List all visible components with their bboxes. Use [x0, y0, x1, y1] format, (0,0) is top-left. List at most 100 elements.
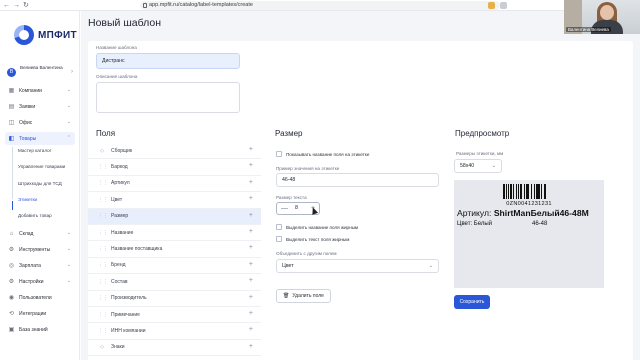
- drag-handle-icon[interactable]: ⋮⋮: [98, 213, 108, 219]
- field-row-composition[interactable]: ⋮⋮ Состав +: [88, 274, 261, 291]
- add-field-icon[interactable]: +: [249, 212, 253, 219]
- add-field-icon[interactable]: +: [249, 326, 253, 333]
- address-bar[interactable]: app.mpfit.ru/catalog/label-templates/cre…: [140, 1, 500, 10]
- drag-handle-icon[interactable]: ⋮⋮: [98, 312, 108, 318]
- sidebar-item-label: База знаний: [19, 326, 48, 333]
- chevron-down-icon: ⌄: [66, 278, 71, 284]
- add-field-icon[interactable]: +: [249, 343, 253, 350]
- example-value-label: Пример значения на этикетке: [276, 166, 340, 171]
- minus-icon[interactable]: —: [281, 203, 288, 214]
- drag-handle-icon[interactable]: ⋮⋮: [98, 246, 108, 252]
- chevron-down-icon: ⌄: [66, 262, 71, 268]
- field-row-signs[interactable]: ◇ Знаки +: [88, 340, 261, 357]
- chevron-down-icon: ⌄: [66, 119, 71, 125]
- sidebar-subitem-tsd-barcodes[interactable]: Штрихкоды для ТСД: [18, 181, 62, 187]
- sidebar-item-companies[interactable]: ▦ Компании ⌄: [5, 84, 75, 97]
- field-row-size[interactable]: ⋮⋮ Размер +: [88, 208, 261, 225]
- template-name-label: Название шаблона: [96, 45, 137, 50]
- drag-handle-icon[interactable]: ⋮⋮: [98, 197, 108, 203]
- sidebar-subitem-add-product[interactable]: Добавить товар: [18, 213, 52, 219]
- drag-handle-icon[interactable]: ⋮⋮: [98, 328, 108, 334]
- add-field-icon[interactable]: +: [249, 294, 253, 301]
- extension-icon[interactable]: [500, 2, 507, 9]
- sidebar-item-label: Товары: [19, 135, 37, 142]
- add-field-icon[interactable]: +: [249, 228, 253, 235]
- sidebar-item-users[interactable]: ◉ Пользователи: [5, 291, 75, 304]
- bold-field-text-checkbox[interactable]: [276, 236, 282, 242]
- sidebar-item-goods[interactable]: ◧ Товары ⌃: [5, 132, 75, 145]
- add-field-icon[interactable]: +: [249, 277, 253, 284]
- address-text: app.mpfit.ru/catalog/label-templates/cre…: [149, 2, 253, 8]
- bold-field-name-checkbox[interactable]: [276, 224, 282, 230]
- template-description-input[interactable]: [96, 82, 240, 113]
- lock-icon: [143, 3, 147, 8]
- field-row-manufacturer[interactable]: ⋮⋮ Производитель +: [88, 291, 261, 307]
- text-size-value: 8: [295, 205, 298, 211]
- sidebar-item-orders[interactable]: ▤ Заявки ⌄: [5, 100, 75, 113]
- delete-field-button[interactable]: 🗑 Удалить поле: [276, 289, 331, 303]
- save-button[interactable]: Сохранить: [454, 295, 490, 309]
- sidebar-subitem-labels[interactable]: Этикетки: [18, 197, 37, 203]
- chevron-down-icon: ⌄: [491, 163, 496, 169]
- drag-handle-icon[interactable]: ⋮⋮: [98, 262, 108, 268]
- logo[interactable]: МПФИТ: [14, 24, 77, 46]
- field-row-supplier-name[interactable]: ⋮⋮ Название поставщика +: [88, 241, 261, 258]
- sidebar-item-salary[interactable]: ◎ Зарплата ⌄: [5, 259, 75, 272]
- presenter-name: Валентина Велиева: [566, 27, 611, 32]
- add-field-icon[interactable]: +: [249, 195, 253, 202]
- field-row-company-inn[interactable]: ⋮⋮ ИНН компании +: [88, 323, 261, 340]
- field-row-label: ИНН компании: [111, 328, 146, 335]
- label-size-select[interactable]: 58x40 ⌄: [454, 159, 502, 173]
- add-field-icon[interactable]: +: [249, 310, 253, 317]
- field-row-article[interactable]: ⋮⋮ Артикул +: [88, 176, 261, 193]
- sidebar-subitem-master-catalog[interactable]: Мастер каталог: [18, 148, 51, 154]
- label-size-value: 58x40: [460, 163, 475, 169]
- barcode-stripe: [546, 184, 547, 199]
- example-value-input[interactable]: 46-48: [276, 173, 439, 187]
- back-icon[interactable]: ←: [3, 1, 10, 10]
- integrations-icon: ⟲: [8, 311, 15, 317]
- drag-handle-icon[interactable]: ⋮⋮: [98, 230, 108, 236]
- sidebar-item-label: Компании: [19, 87, 42, 94]
- add-field-icon[interactable]: +: [249, 146, 253, 153]
- forward-icon[interactable]: →: [13, 1, 20, 10]
- drag-handle-icon[interactable]: ⋮⋮: [98, 279, 108, 285]
- sidebar-item-tools[interactable]: ⚙ Инструменты ⌄: [5, 243, 75, 256]
- add-field-icon[interactable]: +: [249, 162, 253, 169]
- sidebar-item-warehouse[interactable]: ⌂ Склад ⌄: [5, 227, 75, 240]
- goods-icon: ◧: [8, 136, 15, 142]
- show-field-name-label: Показывать название поля на этикетке: [286, 152, 370, 157]
- diamond-icon: ◇: [100, 344, 104, 351]
- field-row-barcode[interactable]: ⋮⋮ Баркод +: [88, 159, 261, 176]
- merge-field-select[interactable]: Цвет ⌄: [276, 259, 439, 273]
- add-field-icon[interactable]: +: [249, 244, 253, 251]
- template-description-label: Описание шаблона: [96, 74, 138, 79]
- barcode-image: [503, 184, 559, 199]
- drag-handle-icon[interactable]: ⋮⋮: [98, 180, 108, 186]
- preview-panel: Предпросмотр Размеры этикетки, мм 58x40 …: [448, 125, 633, 360]
- sidebar-item-integrations[interactable]: ⟲ Интеграции: [5, 307, 75, 320]
- drag-handle-icon[interactable]: ⋮⋮: [98, 164, 108, 170]
- reload-icon[interactable]: ↻: [23, 1, 29, 10]
- field-row-color[interactable]: ⋮⋮ Цвет +: [88, 192, 261, 209]
- user-menu[interactable]: В Велиева Валентина ›: [5, 63, 77, 83]
- field-row-label: Сборщик: [111, 147, 133, 154]
- show-field-name-checkbox[interactable]: [276, 151, 282, 157]
- label-preview: 0ZN0041231231 Артикул: ShirtМanБелый46-4…: [454, 180, 604, 288]
- add-field-icon[interactable]: +: [249, 179, 253, 186]
- add-field-icon[interactable]: +: [249, 261, 253, 268]
- sidebar-item-settings[interactable]: ⚙ Настройки ⌄: [5, 275, 75, 288]
- fields-panel: Поля ◇ Сборщик + ⋮⋮ Баркод + ⋮⋮ Артикул …: [88, 125, 268, 360]
- sidebar-item-office[interactable]: ◫ Офис ⌄: [5, 116, 75, 129]
- drag-handle-icon[interactable]: ⋮⋮: [98, 295, 108, 301]
- field-row-brand[interactable]: ⋮⋮ Бренд +: [88, 258, 261, 275]
- extension-icon[interactable]: [488, 2, 495, 9]
- sidebar-item-knowledge-base[interactable]: ▣ База знаний: [5, 323, 75, 336]
- sidebar-subitem-product-management[interactable]: Управление товарами: [18, 164, 65, 170]
- presenter-face: [600, 5, 614, 20]
- field-row-note[interactable]: ⋮⋮ Примечание +: [88, 307, 261, 324]
- field-row-collector[interactable]: ◇ Сборщик +: [88, 143, 261, 160]
- template-name-input[interactable]: Дистранс: [96, 53, 240, 69]
- chevron-up-icon: ⌃: [66, 135, 71, 141]
- field-row-name[interactable]: ⋮⋮ Название +: [88, 225, 261, 242]
